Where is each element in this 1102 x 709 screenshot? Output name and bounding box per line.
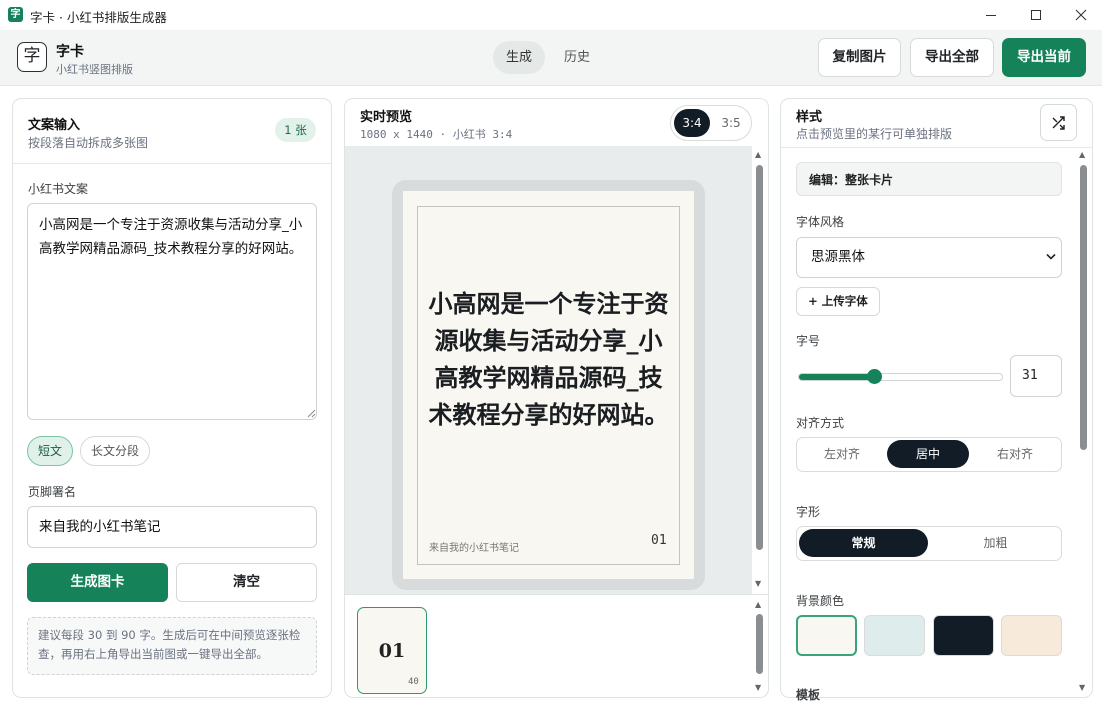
style-scrollbar[interactable] (1080, 165, 1087, 450)
thumbnail-count: 40 (408, 677, 419, 687)
weight-regular-button[interactable]: 常规 (799, 529, 928, 557)
scroll-down-icon[interactable]: ▼ (755, 684, 761, 692)
font-size-label: 字号 (796, 334, 821, 348)
font-style-select[interactable]: 思源黑体 (796, 237, 1062, 278)
copy-image-button[interactable]: 复制图片 (818, 38, 901, 77)
bg-swatch-cream[interactable] (796, 615, 857, 656)
alignment-label: 对齐方式 (796, 416, 845, 430)
mode-short-button[interactable]: 短文 (27, 436, 73, 466)
generate-card-button[interactable]: 生成图卡 (27, 563, 168, 602)
divider (781, 147, 1092, 148)
font-size-slider-handle[interactable] (866, 369, 882, 384)
ratio-3-4-button[interactable]: 3:4 (674, 109, 710, 137)
chevron-down-icon (1046, 253, 1056, 260)
clear-button[interactable]: 清空 (176, 563, 317, 602)
close-button[interactable] (1058, 0, 1102, 30)
font-style-label: 字体风格 (796, 215, 845, 229)
font-weight-label: 字形 (796, 505, 821, 519)
background-color-label: 背景颜色 (796, 594, 845, 608)
mode-long-button[interactable]: 长文分段 (80, 436, 150, 466)
input-panel-title: 文案输入 (28, 118, 81, 133)
bg-swatch-peach[interactable] (1001, 615, 1062, 656)
alignment-segment: 左对齐 居中 右对齐 (796, 437, 1062, 472)
font-style-value: 思源黑体 (811, 249, 865, 265)
maximize-icon (1031, 10, 1041, 20)
tab-history[interactable]: 历史 (551, 41, 603, 74)
card-text[interactable]: 小高网是一个专注于资源收集与活动分享_小高教学网精品源码_技术教程分享的好网站。 (428, 286, 669, 434)
footer-signature-label: 页脚署名 (28, 485, 77, 499)
upload-font-button[interactable]: + 上传字体 (796, 287, 880, 316)
app-icon: 字 (8, 7, 23, 22)
bg-swatch-navy[interactable] (933, 615, 994, 656)
minimize-button[interactable] (968, 0, 1014, 30)
scroll-down-icon[interactable]: ▼ (755, 580, 761, 588)
brand-subtitle: 小红书竖图排版 (56, 63, 133, 76)
divider (13, 163, 331, 164)
font-size-slider-fill (799, 374, 875, 380)
font-size-slider-track[interactable] (798, 373, 1003, 381)
minimize-icon (986, 15, 996, 16)
font-size-input[interactable]: 31 (1010, 355, 1062, 397)
align-center-button[interactable]: 居中 (887, 440, 969, 468)
tip-box: 建议每段 30 到 90 字。生成后可在中间预览逐张检查，再用右上角导出当前图或… (27, 617, 317, 675)
window-title: 字卡 · 小红书排版生成器 (30, 10, 167, 25)
export-current-button[interactable]: 导出当前 (1002, 38, 1086, 77)
weight-bold-button[interactable]: 加粗 (931, 529, 1060, 557)
edit-scope-label: 编辑：整张卡片 (796, 162, 1062, 196)
thumb-scrollbar[interactable] (756, 614, 763, 674)
resize-handle-icon[interactable] (307, 409, 316, 418)
style-subtitle: 点击预览里的某行可单独排版 (796, 127, 953, 141)
thumbnail-page: 01 (378, 640, 406, 662)
preview-scrollbar[interactable] (756, 165, 763, 550)
ratio-3-5-button[interactable]: 3:5 (713, 109, 749, 137)
close-icon (1075, 9, 1087, 21)
input-panel-subtitle: 按段落自动拆成多张图 (28, 136, 149, 150)
preview-title: 实时预览 (360, 110, 413, 125)
card-count-badge: 1 张 (275, 118, 316, 142)
shuffle-icon (1052, 115, 1065, 130)
scroll-up-icon[interactable]: ▲ (755, 151, 761, 159)
scroll-up-icon[interactable]: ▲ (755, 601, 761, 609)
style-title: 样式 (796, 110, 823, 125)
brand-name: 字卡 (56, 44, 84, 60)
bg-swatch-mint[interactable] (864, 615, 925, 656)
font-weight-segment: 常规 加粗 (796, 526, 1062, 561)
export-all-button[interactable]: 导出全部 (910, 38, 994, 77)
copy-textarea[interactable]: 小高网是一个专注于资源收集与活动分享_小高教学网精品源码_技术教程分享的好网站。 (27, 203, 317, 420)
align-left-button[interactable]: 左对齐 (801, 440, 883, 468)
maximize-button[interactable] (1013, 0, 1059, 30)
card-page-number: 01 (651, 533, 667, 548)
divider (345, 594, 768, 595)
template-label: 模板 (796, 688, 821, 702)
scroll-down-icon[interactable]: ▼ (1079, 684, 1085, 692)
footer-signature-input[interactable]: 来自我的小红书笔记 (27, 506, 317, 548)
align-right-button[interactable]: 右对齐 (974, 440, 1056, 468)
card-footer: 来自我的小红书笔记 (429, 543, 519, 554)
logo: 字 (17, 42, 47, 72)
shuffle-button[interactable] (1040, 104, 1077, 141)
copy-label: 小红书文案 (28, 182, 89, 196)
scroll-up-icon[interactable]: ▲ (1079, 151, 1085, 159)
preview-meta: 1080 x 1440 · 小红书 3:4 (360, 128, 513, 141)
tab-generate[interactable]: 生成 (493, 41, 545, 74)
